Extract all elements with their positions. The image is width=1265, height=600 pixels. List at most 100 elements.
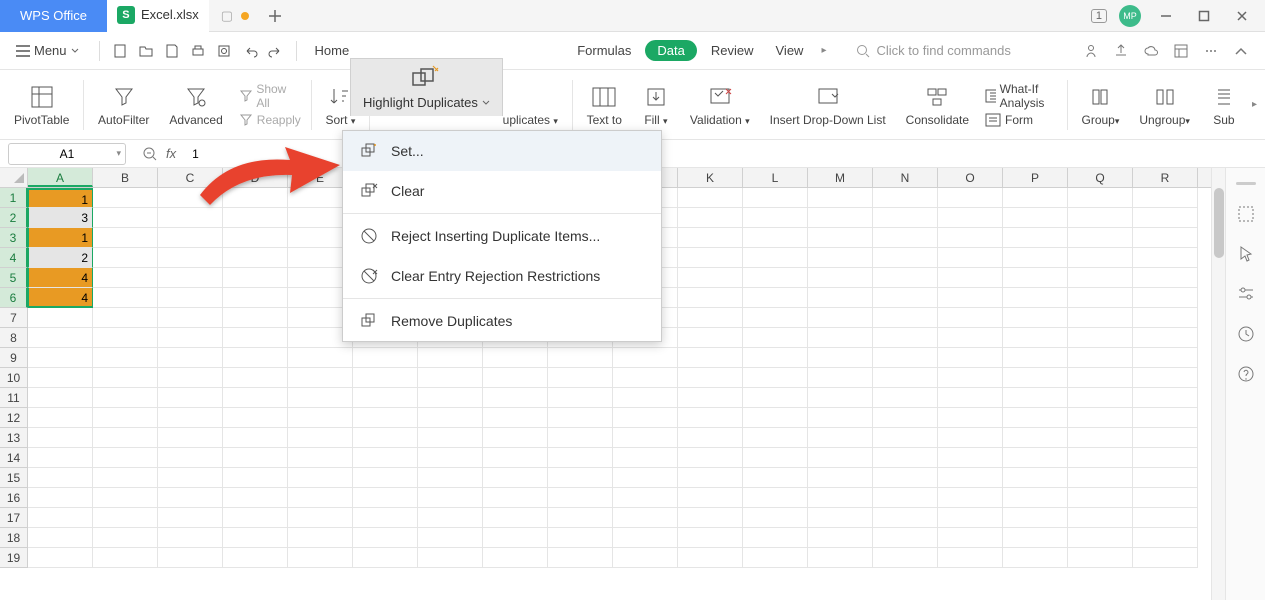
cell[interactable] (678, 508, 743, 528)
cell[interactable] (483, 528, 548, 548)
cell[interactable] (1003, 448, 1068, 468)
cell[interactable] (1133, 548, 1198, 568)
cell[interactable] (223, 548, 288, 568)
cell[interactable] (743, 188, 808, 208)
cell[interactable] (93, 228, 158, 248)
column-header[interactable]: B (93, 168, 158, 187)
cell[interactable] (483, 408, 548, 428)
cell[interactable] (1133, 208, 1198, 228)
cell[interactable] (483, 388, 548, 408)
cell[interactable] (1133, 368, 1198, 388)
cell[interactable] (1133, 488, 1198, 508)
cloud-icon[interactable] (1141, 41, 1161, 61)
cell[interactable] (418, 488, 483, 508)
cell[interactable] (1068, 288, 1133, 308)
cell[interactable] (808, 508, 873, 528)
zoom-formula-icon[interactable] (142, 146, 158, 162)
cell[interactable] (743, 428, 808, 448)
cell[interactable] (353, 448, 418, 468)
reapply-button[interactable]: Reapply (239, 113, 301, 127)
cell[interactable] (1133, 348, 1198, 368)
cell[interactable] (223, 488, 288, 508)
cell[interactable] (548, 368, 613, 388)
cell[interactable] (808, 308, 873, 328)
cell[interactable] (93, 188, 158, 208)
cell[interactable] (873, 488, 938, 508)
cell[interactable] (678, 208, 743, 228)
cell[interactable] (743, 328, 808, 348)
cell[interactable] (28, 468, 93, 488)
cell[interactable] (548, 528, 613, 548)
share-icon[interactable] (1081, 41, 1101, 61)
cell[interactable] (353, 548, 418, 568)
cell[interactable] (548, 348, 613, 368)
cell[interactable] (1003, 488, 1068, 508)
cell[interactable] (743, 348, 808, 368)
cell[interactable] (28, 548, 93, 568)
cell[interactable] (1133, 328, 1198, 348)
cell[interactable] (158, 248, 223, 268)
cell[interactable] (1133, 248, 1198, 268)
cell[interactable] (1003, 368, 1068, 388)
cell[interactable] (743, 408, 808, 428)
close-button[interactable] (1229, 3, 1255, 29)
column-header[interactable]: M (808, 168, 873, 187)
cell[interactable] (678, 468, 743, 488)
cell[interactable] (483, 468, 548, 488)
cell[interactable] (93, 248, 158, 268)
cell[interactable] (1068, 208, 1133, 228)
export-icon[interactable] (1111, 41, 1131, 61)
cell[interactable] (743, 228, 808, 248)
ribbon-overflow-icon[interactable]: ▸ (1248, 99, 1261, 110)
cell[interactable] (1133, 288, 1198, 308)
tab-review[interactable]: Review (703, 39, 762, 62)
cell[interactable] (548, 508, 613, 528)
cell[interactable] (808, 248, 873, 268)
cell[interactable] (223, 228, 288, 248)
cell[interactable] (678, 448, 743, 468)
cell[interactable] (938, 268, 1003, 288)
cell[interactable] (28, 488, 93, 508)
cell[interactable] (1003, 228, 1068, 248)
maximize-button[interactable] (1191, 3, 1217, 29)
settings-sliders-icon[interactable] (1235, 283, 1257, 305)
cell[interactable] (28, 448, 93, 468)
row-header[interactable]: 15 (0, 468, 28, 488)
dropdown-reject-insert[interactable]: Reject Inserting Duplicate Items... (343, 216, 661, 256)
cell[interactable] (158, 468, 223, 488)
cell[interactable] (938, 288, 1003, 308)
cell[interactable] (28, 388, 93, 408)
cell[interactable] (1068, 268, 1133, 288)
open-file-icon[interactable] (136, 41, 156, 61)
cell[interactable] (223, 308, 288, 328)
consolidate-button[interactable]: Consolidate (896, 83, 979, 127)
cell[interactable] (938, 188, 1003, 208)
cell[interactable] (353, 528, 418, 548)
cell[interactable] (483, 488, 548, 508)
window-presentation-icon[interactable]: ▢ (221, 8, 233, 24)
cell[interactable] (1003, 288, 1068, 308)
cell[interactable] (353, 348, 418, 368)
cell[interactable] (613, 468, 678, 488)
cell[interactable] (288, 388, 353, 408)
cell[interactable] (353, 468, 418, 488)
column-header[interactable]: P (1003, 168, 1068, 187)
cell[interactable] (678, 248, 743, 268)
cell[interactable] (808, 408, 873, 428)
cell[interactable] (678, 348, 743, 368)
row-header[interactable]: 19 (0, 548, 28, 568)
cell[interactable] (743, 488, 808, 508)
cell[interactable] (808, 288, 873, 308)
column-header[interactable]: K (678, 168, 743, 187)
cell[interactable] (938, 248, 1003, 268)
cell[interactable] (1003, 348, 1068, 368)
cell[interactable] (873, 448, 938, 468)
cell[interactable] (873, 248, 938, 268)
cell[interactable] (158, 408, 223, 428)
cell[interactable] (158, 528, 223, 548)
cell[interactable] (678, 308, 743, 328)
new-tab-button[interactable] (263, 4, 287, 28)
column-header[interactable]: R (1133, 168, 1198, 187)
cell[interactable] (1003, 468, 1068, 488)
cell[interactable] (938, 368, 1003, 388)
